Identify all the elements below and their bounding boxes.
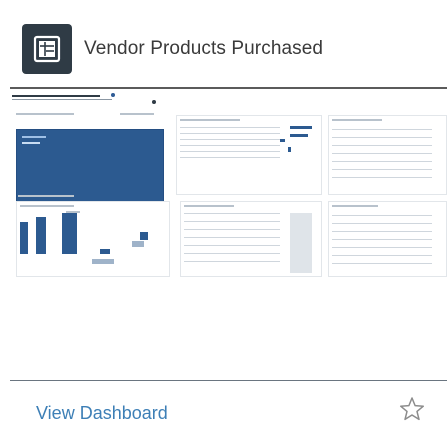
thumbnail-rule xyxy=(332,215,432,216)
thumbnail-bar xyxy=(62,213,77,254)
card-title: Vendor Products Purchased xyxy=(84,38,324,59)
thumbnail-text-line xyxy=(290,213,312,273)
thumbnail-bar xyxy=(140,232,148,240)
thumbnail-rule xyxy=(184,245,280,246)
thumbnail-bar xyxy=(132,241,144,247)
thumbnail-heading xyxy=(12,95,100,97)
dashboard-thumbnail[interactable] xyxy=(10,89,447,277)
thumbnail-panel xyxy=(328,115,447,195)
thumbnail-rule xyxy=(180,145,280,146)
thumbnail-rule xyxy=(332,145,432,146)
thumbnail-rule xyxy=(184,253,280,254)
thumbnail-bar xyxy=(92,259,114,264)
thumbnail-text-line xyxy=(120,113,154,115)
thumbnail-bar xyxy=(288,147,291,152)
thumbnail-rule xyxy=(180,151,280,152)
thumbnail-rule xyxy=(332,223,432,224)
thumbnail-rule xyxy=(180,139,280,140)
thumbnail-rule xyxy=(332,137,432,138)
thumbnail-text-line xyxy=(18,195,74,197)
thumbnail-bar xyxy=(20,222,28,254)
thumbnail-bar xyxy=(100,249,110,254)
thumbnail-rule xyxy=(332,169,432,170)
card-footer: View Dashboard xyxy=(0,381,447,435)
card-header: Vendor Products Purchased xyxy=(22,22,442,76)
thumbnail-marker xyxy=(152,100,156,104)
thumbnail-text-line xyxy=(184,205,234,207)
thumbnail-rule xyxy=(332,255,432,256)
thumbnail-text-line xyxy=(20,205,74,207)
thumbnail-bar xyxy=(36,217,46,254)
thumbnail-rule xyxy=(184,221,280,222)
thumbnail-rule xyxy=(332,231,432,232)
thumbnail-rule xyxy=(184,229,280,230)
thumbnail-rule xyxy=(332,247,432,248)
thumbnail-text-line xyxy=(332,205,378,207)
view-dashboard-link[interactable]: View Dashboard xyxy=(36,403,168,424)
star-outline-icon[interactable] xyxy=(398,395,426,423)
thumbnail-text-line xyxy=(332,119,382,121)
thumbnail-rule xyxy=(180,127,280,128)
thumbnail-text-line xyxy=(180,119,240,121)
thumbnail-rule xyxy=(332,239,432,240)
thumbnail-rule xyxy=(12,99,112,100)
thumbnail-rule xyxy=(184,237,280,238)
thumbnail-rule xyxy=(332,161,432,162)
dashboard-icon xyxy=(22,24,72,74)
thumbnail-rule xyxy=(180,157,280,158)
thumbnail-bar xyxy=(280,139,285,142)
dashboard-card: Vendor Products Purchased View Dashboard xyxy=(0,0,447,435)
thumbnail-bar xyxy=(290,134,308,137)
thumbnail-bar xyxy=(290,126,312,129)
thumbnail-rule xyxy=(332,129,432,130)
thumbnail-rule xyxy=(180,133,280,134)
thumbnail-text-line xyxy=(16,113,74,115)
thumbnail-rule xyxy=(332,153,432,154)
thumbnail-rule xyxy=(332,177,432,178)
thumbnail-rule xyxy=(332,263,432,264)
thumbnail-rule xyxy=(184,261,280,262)
thumbnail-rule xyxy=(184,213,280,214)
thumbnail-marker xyxy=(111,93,115,97)
